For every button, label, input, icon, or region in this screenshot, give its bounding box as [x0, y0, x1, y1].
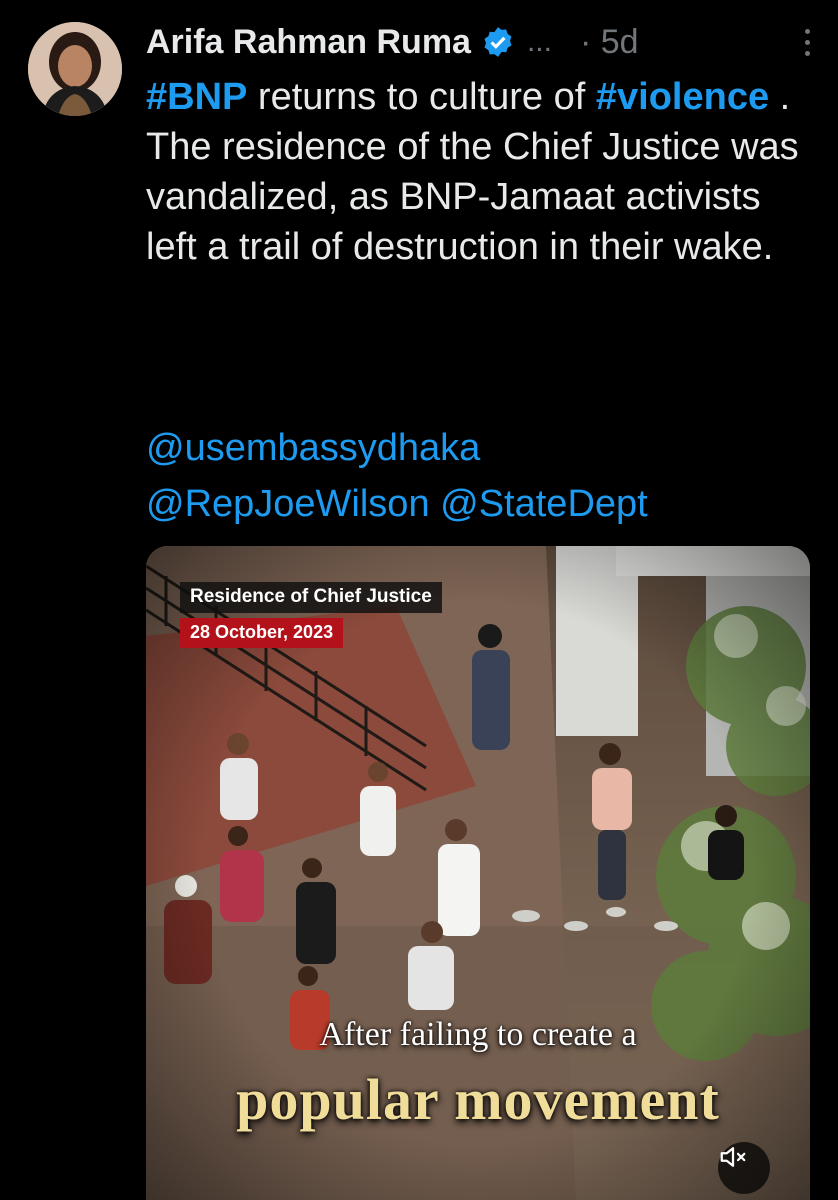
hashtag-bnp[interactable]: #BNP — [146, 76, 247, 118]
mention-usembassydhaka[interactable]: @usembassydhaka — [146, 427, 480, 469]
volume-muted-icon[interactable] — [718, 1142, 770, 1194]
video-subtitle-line2: popular movement — [236, 1067, 720, 1132]
verified-badge-icon — [481, 25, 515, 59]
video-player[interactable]: Residence of Chief Justice 28 October, 2… — [146, 546, 810, 1200]
name-overflow: ... — [526, 25, 552, 58]
tweet-mentions: @usembassydhaka @RepJoeWilson @StateDept — [146, 420, 806, 532]
tweet-text-part1: returns to culture of — [247, 76, 596, 118]
mention-statedept[interactable]: @StateDept — [440, 483, 648, 525]
author-avatar[interactable] — [28, 22, 122, 116]
location-caption: Residence of Chief Justice — [180, 582, 442, 613]
post-time[interactable]: · 5d — [580, 25, 639, 59]
date-caption: 28 October, 2023 — [180, 618, 344, 648]
mention-repjoewilson[interactable]: @RepJoeWilson — [146, 483, 430, 525]
hashtag-violence[interactable]: #violence — [596, 76, 769, 118]
avatar-image — [28, 22, 122, 116]
author-name[interactable]: Arifa Rahman Ruma — [146, 25, 471, 59]
video-subtitle-line1: After failing to create a — [319, 1016, 637, 1053]
tweet-text: #BNP returns to culture of #violence . T… — [146, 72, 806, 272]
tweet-header: Arifa Rahman Ruma ... · 5d — [146, 16, 818, 68]
more-vertical-icon[interactable] — [796, 22, 818, 62]
